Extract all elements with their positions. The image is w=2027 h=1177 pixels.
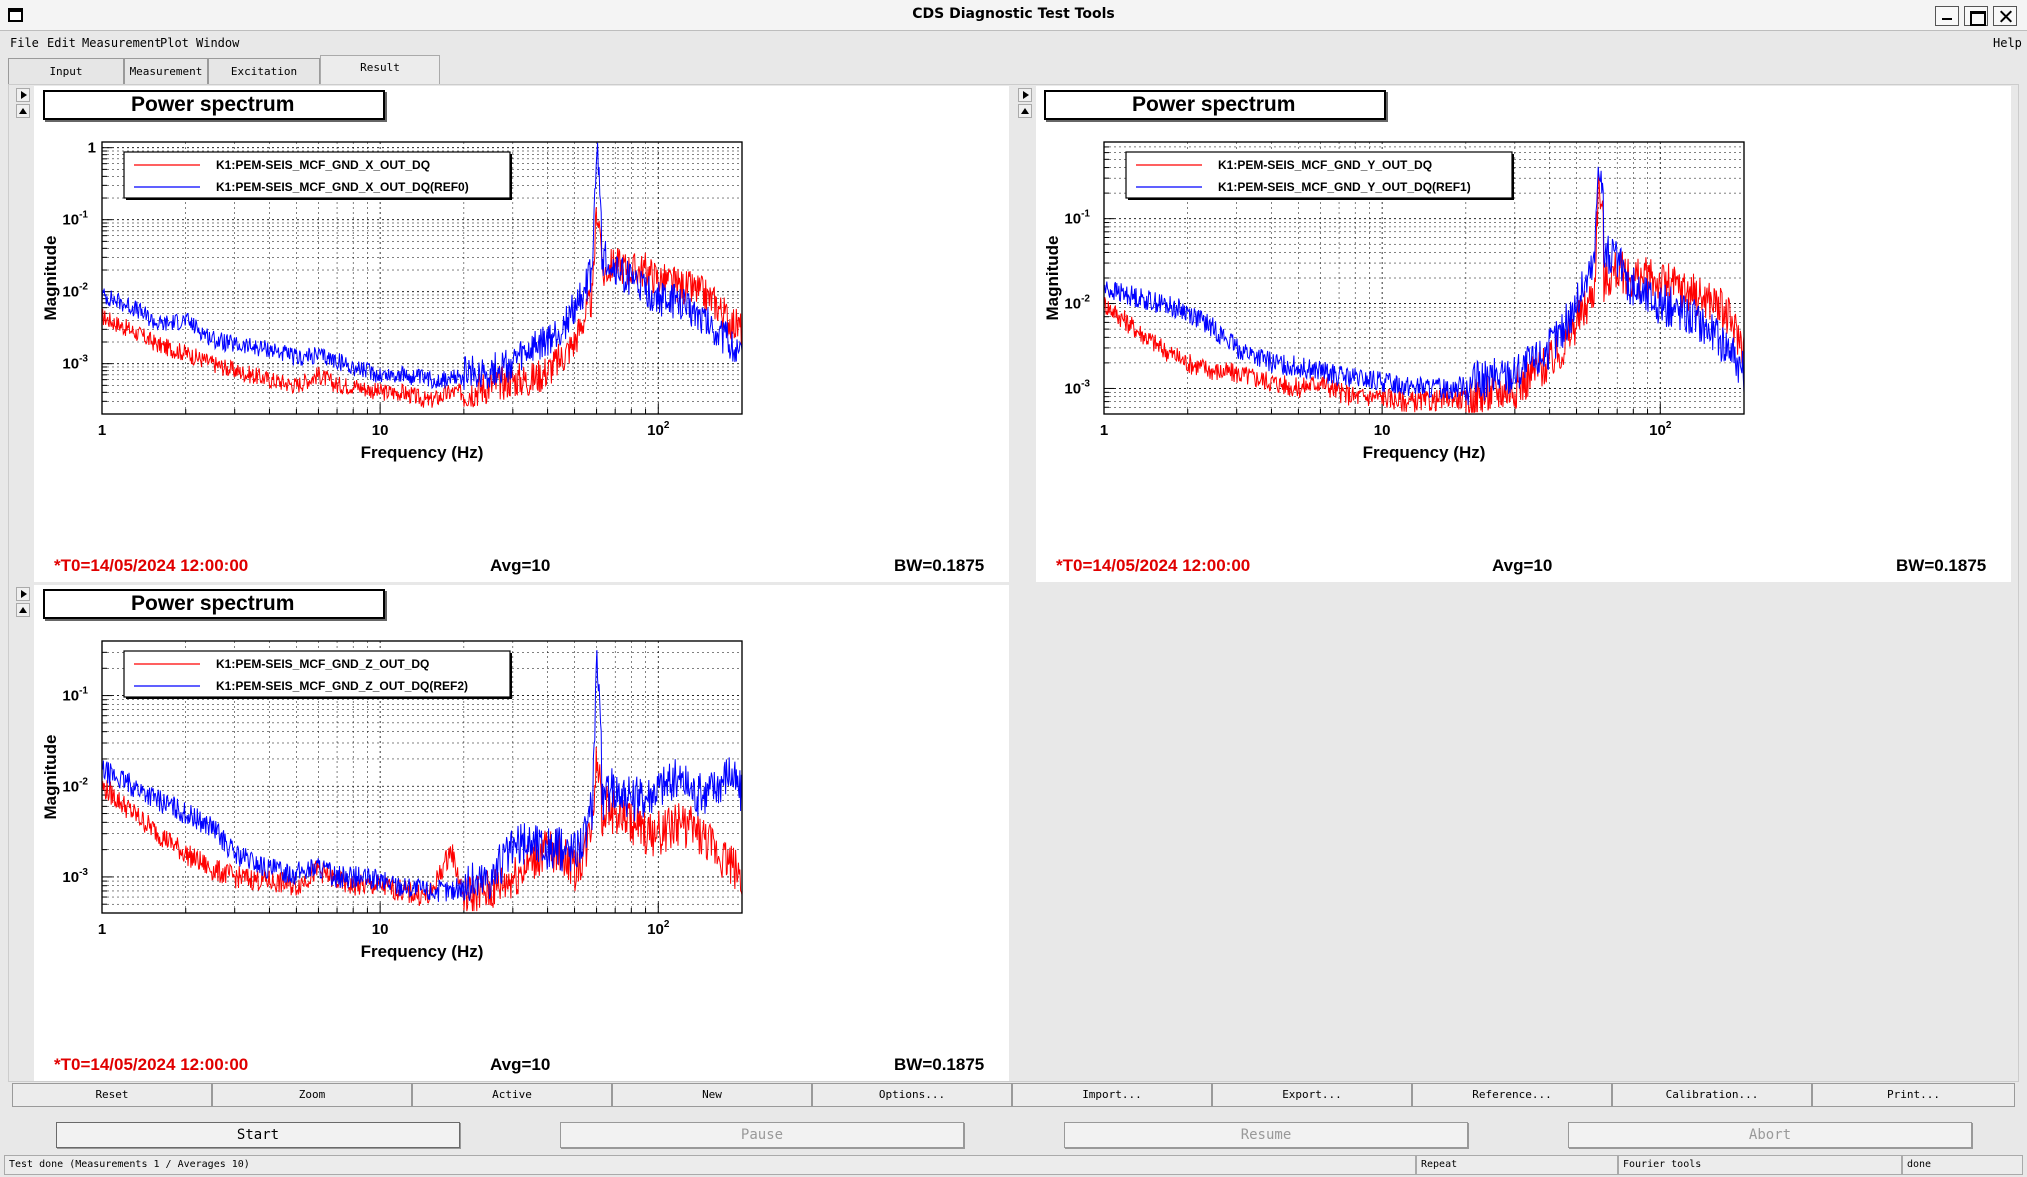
- calibration-button[interactable]: Calibration...: [1612, 1083, 1812, 1107]
- y-tick-label: 1: [88, 140, 96, 157]
- x-axis-label: Frequency (Hz): [361, 942, 484, 961]
- print-button[interactable]: Print...: [1812, 1083, 2015, 1107]
- zoom-button[interactable]: Zoom: [212, 1083, 412, 1107]
- bw-label: BW=0.1875: [1896, 556, 1987, 575]
- resume-button[interactable]: Resume: [1064, 1122, 1468, 1148]
- new-button[interactable]: New: [612, 1083, 812, 1107]
- y-tick-label: 10-2: [62, 776, 88, 795]
- menu-help[interactable]: Help: [1993, 36, 2022, 50]
- legend: K1:PEM-SEIS_MCF_GND_Y_OUT_DQ K1:PEM-SEIS_…: [1125, 151, 1514, 200]
- window-title: CDS Diagnostic Test Tools: [912, 6, 1115, 22]
- abort-button[interactable]: Abort: [1568, 1122, 1972, 1148]
- export-button[interactable]: Export...: [1212, 1083, 1412, 1107]
- avg-label: Avg=10: [490, 556, 551, 575]
- minimize-button[interactable]: [1935, 6, 1959, 26]
- panel-title: Power spectrum: [1044, 90, 1386, 120]
- power-spectrum-chart-y[interactable]: 1 10 102 10-3 10-2 10-1 Frequency (Hz) Magnitud…: [1036, 122, 2011, 542]
- x-tick-label: 102: [647, 919, 670, 938]
- avg-label: Avg=10: [1492, 556, 1553, 575]
- plot-panel-z[interactable]: Power spectrum 1 10 102 10-3 10-2 10-1 Frequen…: [34, 585, 1009, 1081]
- panel-title: Power spectrum: [43, 589, 385, 619]
- status-message: Test done (Measurements 1 / Averages 10): [4, 1155, 1416, 1175]
- menu-window[interactable]: Window: [196, 36, 239, 50]
- power-spectrum-chart-z[interactable]: 1 10 102 10-3 10-2 10-1 Frequency (Hz) Magnitud…: [34, 621, 1009, 1041]
- y-tick-label: 10-2: [62, 282, 88, 301]
- plot-toolbar: Reset Zoom Active New Options... Import.…: [12, 1083, 2015, 1107]
- x-tick-label: 102: [1649, 420, 1672, 439]
- tab-input[interactable]: Input: [8, 58, 124, 84]
- y-tick-label: 10-3: [62, 867, 88, 886]
- collapse-arrow-icon[interactable]: [1018, 104, 1032, 118]
- close-button[interactable]: [1993, 6, 2017, 26]
- options-button[interactable]: Options...: [812, 1083, 1012, 1107]
- y-axis-label: Magnitude: [1043, 236, 1062, 321]
- x-axis-label: Frequency (Hz): [361, 443, 484, 462]
- menu-file[interactable]: File: [10, 36, 39, 50]
- x-tick-label: 102: [647, 420, 670, 439]
- bw-label: BW=0.1875: [894, 1055, 985, 1074]
- pause-button[interactable]: Pause: [560, 1122, 964, 1148]
- x-tick-label: 10: [372, 921, 389, 938]
- x-tick-label: 1: [98, 921, 106, 938]
- maximize-button[interactable]: [1964, 6, 1988, 26]
- t0-label: *T0=14/05/2024 12:00:00: [54, 556, 249, 575]
- t0-label: *T0=14/05/2024 12:00:00: [54, 1055, 249, 1074]
- plot-panel-y[interactable]: Power spectrum 1 10 102 10-3 10-2 10-1 Frequen…: [1036, 86, 2011, 582]
- legend: K1:PEM-SEIS_MCF_GND_X_OUT_DQ K1:PEM-SEIS_…: [123, 151, 512, 200]
- legend-entry: K1:PEM-SEIS_MCF_GND_Z_OUT_DQ: [216, 657, 429, 671]
- expand-arrow-icon[interactable]: [16, 88, 30, 102]
- t0-label: *T0=14/05/2024 12:00:00: [1056, 556, 1251, 575]
- menu-plot[interactable]: Plot: [160, 36, 189, 50]
- legend-entry: K1:PEM-SEIS_MCF_GND_Y_OUT_DQ(REF1): [1218, 180, 1471, 194]
- legend: K1:PEM-SEIS_MCF_GND_Z_OUT_DQ K1:PEM-SEIS_…: [123, 650, 512, 699]
- app-window: CDS Diagnostic Test Tools File Edit Meas…: [0, 0, 2027, 1177]
- menu-edit[interactable]: Edit: [47, 36, 76, 50]
- y-tick-label: 10-3: [1064, 378, 1090, 397]
- status-tool: Fourier tools: [1618, 1155, 1902, 1175]
- y-tick-label: 10-3: [62, 354, 88, 373]
- status-state: done: [1902, 1155, 2023, 1175]
- legend-entry: K1:PEM-SEIS_MCF_GND_X_OUT_DQ: [216, 158, 430, 172]
- expand-arrow-icon[interactable]: [16, 587, 30, 601]
- collapse-arrow-icon[interactable]: [16, 104, 30, 118]
- active-button[interactable]: Active: [412, 1083, 612, 1107]
- tab-excitation[interactable]: Excitation: [208, 58, 320, 84]
- panel-title: Power spectrum: [43, 90, 385, 120]
- reset-button[interactable]: Reset: [12, 1083, 212, 1107]
- bw-label: BW=0.1875: [894, 556, 985, 575]
- title-bar: CDS Diagnostic Test Tools: [0, 0, 2027, 31]
- y-axis-label: Magnitude: [41, 236, 60, 321]
- menu-bar: File Edit Measurement Plot Window Help: [0, 31, 2027, 55]
- y-tick-label: 10-1: [62, 210, 88, 229]
- y-tick-label: 10-1: [1064, 209, 1090, 228]
- status-repeat: Repeat: [1416, 1155, 1618, 1175]
- action-buttons: Start Pause Resume Abort: [0, 1122, 2027, 1150]
- y-tick-label: 10-2: [1064, 294, 1090, 313]
- start-button[interactable]: Start: [56, 1122, 460, 1148]
- y-axis-label: Magnitude: [41, 735, 60, 820]
- power-spectrum-chart-x[interactable]: 1 10 102 10-3 10-2 10-1 1 Frequency (Hz) Magnitu…: [34, 122, 1009, 542]
- x-tick-label: 10: [372, 422, 389, 439]
- reference-button[interactable]: Reference...: [1412, 1083, 1612, 1107]
- legend-entry: K1:PEM-SEIS_MCF_GND_Y_OUT_DQ: [1218, 158, 1432, 172]
- avg-label: Avg=10: [490, 1055, 551, 1074]
- x-tick-label: 1: [1100, 422, 1108, 439]
- legend-entry: K1:PEM-SEIS_MCF_GND_Z_OUT_DQ(REF2): [216, 679, 468, 693]
- x-tick-label: 10: [1374, 422, 1391, 439]
- tab-measurement[interactable]: Measurement: [124, 58, 208, 84]
- y-tick-label: 10-1: [62, 686, 88, 705]
- plot-panel-x[interactable]: Power spectrum 1 10 102 10-3 10-2 10-1 1 Freque…: [34, 86, 1009, 582]
- expand-arrow-icon[interactable]: [1018, 88, 1032, 102]
- status-bar: Test done (Measurements 1 / Averages 10)…: [0, 1155, 2027, 1175]
- tab-result[interactable]: Result: [320, 55, 440, 84]
- x-axis-label: Frequency (Hz): [1363, 443, 1486, 462]
- collapse-arrow-icon[interactable]: [16, 603, 30, 617]
- menu-measurement[interactable]: Measurement: [82, 36, 161, 50]
- import-button[interactable]: Import...: [1012, 1083, 1212, 1107]
- x-tick-label: 1: [98, 422, 106, 439]
- legend-entry: K1:PEM-SEIS_MCF_GND_X_OUT_DQ(REF0): [216, 180, 469, 194]
